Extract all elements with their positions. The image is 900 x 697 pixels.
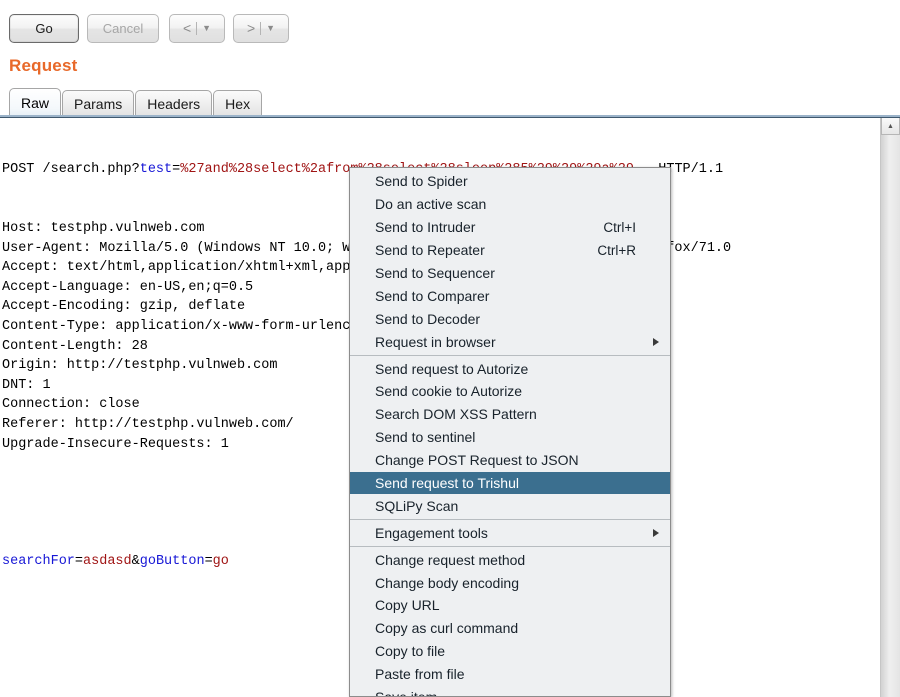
request-line-method: POST /search.php?: [2, 162, 140, 178]
request-line-param: test: [139, 162, 173, 178]
menu-item-label: Send to Repeater: [375, 242, 485, 259]
body-param-1-value: asdasd: [83, 554, 132, 570]
divider: [196, 21, 198, 35]
menu-item-engagement-tools[interactable]: Engagement tools: [350, 521, 670, 544]
menu-item-send-to-decoder[interactable]: Send to Decoder: [350, 307, 670, 330]
menu-item-label: Change body encoding: [375, 574, 520, 591]
submenu-arrow-icon: [653, 337, 659, 346]
menu-item-change-body-encoding[interactable]: Change body encoding: [350, 571, 670, 594]
menu-item-sqlipy-scan[interactable]: SQLiPy Scan: [350, 494, 670, 517]
menu-item-label: SQLiPy Scan: [375, 497, 459, 514]
editor-vertical-scrollbar[interactable]: ▲: [880, 118, 900, 697]
submenu-arrow-icon: [653, 528, 659, 537]
menu-item-label: Send to Comparer: [375, 287, 490, 304]
body-ampersand: &: [131, 554, 140, 570]
menu-item-copy-to-file[interactable]: Copy to file: [350, 640, 670, 663]
menu-item-send-cookie-to-autorize[interactable]: Send cookie to Autorize: [350, 380, 670, 403]
menu-item-label: Send to Intruder: [375, 219, 476, 236]
repeater-toolbar: Go Cancel < ▼ > ▼: [0, 0, 900, 56]
menu-item-send-to-repeater[interactable]: Send to Repeater Ctrl+R: [350, 239, 670, 262]
scroll-up-button[interactable]: ▲: [881, 118, 900, 135]
burp-request-panel: Go Cancel < ▼ > ▼ Request Raw Params Heade…: [0, 0, 900, 697]
menu-item-change-post-request-to-json[interactable]: Change POST Request to JSON: [350, 449, 670, 472]
menu-item-search-dom-xss-pattern[interactable]: Search DOM XSS Pattern: [350, 403, 670, 426]
tab-label: Raw: [21, 95, 50, 111]
triangle-up-icon: ▲: [887, 122, 894, 130]
page-title: Request: [9, 56, 78, 75]
menu-item-copy-as-curl-command[interactable]: Copy as curl command: [350, 617, 670, 640]
go-button[interactable]: Go: [9, 13, 79, 43]
menu-item-send-to-sequencer[interactable]: Send to Sequencer: [350, 262, 670, 285]
tab-raw[interactable]: Raw: [9, 88, 62, 117]
body-param-1-key: searchFor: [2, 554, 75, 570]
menu-item-label: Send request to Trishul: [375, 475, 519, 492]
tab-label: Params: [74, 96, 123, 112]
menu-item-label: Paste from file: [375, 666, 465, 683]
menu-item-label: Copy to file: [375, 643, 446, 660]
menu-item-label: Do an active scan: [375, 196, 487, 213]
tab-params[interactable]: Params: [62, 90, 135, 117]
menu-item-shortcut: Ctrl+R: [597, 242, 636, 258]
menu-separator: [350, 546, 670, 548]
menu-item-label: Send to sentinel: [375, 429, 476, 446]
back-history-button[interactable]: < ▼: [169, 13, 225, 43]
tab-label: Hex: [225, 96, 251, 112]
tab-hex[interactable]: Hex: [213, 90, 263, 117]
menu-item-request-in-browser[interactable]: Request in browser: [350, 330, 670, 353]
body-param-2-value: go: [212, 554, 229, 570]
menu-item-send-to-comparer[interactable]: Send to Comparer: [350, 284, 670, 307]
menu-separator: [350, 519, 670, 521]
menu-item-label: Send cookie to Autorize: [375, 383, 523, 400]
chevron-right-icon: >: [246, 20, 256, 36]
body-eq-1: =: [74, 554, 84, 570]
request-view-tabs: Raw Params Headers Hex: [0, 86, 900, 117]
menu-item-send-request-to-autorize[interactable]: Send request to Autorize: [350, 357, 670, 380]
tab-headers[interactable]: Headers: [135, 90, 213, 117]
chevron-down-icon: ▼: [202, 22, 212, 33]
forward-history-button[interactable]: > ▼: [233, 13, 289, 43]
menu-item-label: Request in browser: [375, 333, 496, 350]
menu-item-send-to-spider[interactable]: Send to Spider: [350, 170, 670, 193]
context-menu[interactable]: Send to Spider Do an active scan Send to I…: [349, 167, 671, 697]
scrollbar-track[interactable]: [881, 135, 900, 697]
menu-item-send-to-sentinel[interactable]: Send to sentinel: [350, 426, 670, 449]
menu-item-label: Engagement tools: [375, 524, 488, 541]
menu-item-label: Send to Sequencer: [375, 265, 495, 281]
menu-separator: [350, 355, 670, 357]
menu-item-send-to-intruder[interactable]: Send to Intruder Ctrl+I: [350, 216, 670, 239]
menu-item-label: Change POST Request to JSON: [375, 452, 579, 469]
menu-item-label: Save item: [375, 689, 437, 696]
menu-item-do-an-active-scan[interactable]: Do an active scan: [350, 193, 670, 216]
menu-item-copy-url[interactable]: Copy URL: [350, 594, 670, 617]
go-button-label: Go: [35, 20, 53, 36]
chevron-left-icon: <: [182, 20, 192, 36]
menu-item-save-item[interactable]: Save item: [350, 686, 670, 696]
body-param-2-key: goButton: [139, 554, 205, 570]
menu-item-label: Change request method: [375, 551, 526, 568]
menu-item-send-request-to-trishul[interactable]: Send request to Trishul: [350, 471, 670, 495]
cancel-button[interactable]: Cancel: [87, 13, 159, 43]
menu-item-label: Copy as curl command: [375, 620, 519, 637]
menu-item-paste-from-file[interactable]: Paste from file: [350, 663, 670, 686]
tab-label: Headers: [147, 96, 201, 112]
menu-item-shortcut: Ctrl+I: [603, 219, 636, 235]
menu-item-label: Send request to Autorize: [375, 360, 529, 377]
menu-item-label: Send to Decoder: [375, 310, 481, 327]
menu-item-label: Search DOM XSS Pattern: [375, 406, 537, 423]
cancel-button-label: Cancel: [102, 20, 144, 36]
divider: [260, 21, 262, 35]
chevron-down-icon: ▼: [266, 22, 276, 33]
menu-item-label: Copy URL: [375, 597, 440, 614]
body-eq-2: =: [204, 554, 213, 570]
menu-item-change-request-method[interactable]: Change request method: [350, 548, 670, 571]
menu-item-label: Send to Spider: [375, 173, 468, 190]
